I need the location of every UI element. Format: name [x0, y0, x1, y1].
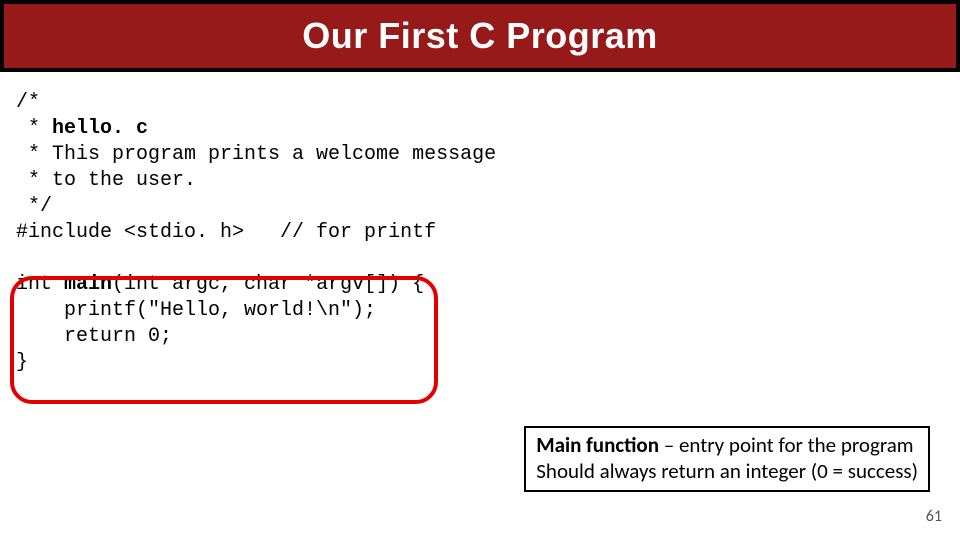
callout-line-2: Should always return an integer (0 = suc… — [536, 458, 918, 484]
callout-line-1: Main function – entry point for the prog… — [536, 432, 918, 458]
title-banner: Our First C Program — [0, 0, 960, 72]
code-line: int main(int argc, char *argv[]) { — [16, 273, 424, 296]
code-line: * This program prints a welcome message — [16, 143, 496, 166]
code-line: return 0; — [16, 325, 172, 348]
code-line: */ — [16, 195, 52, 218]
code-line: * to the user. — [16, 169, 196, 192]
page-number: 61 — [926, 507, 942, 526]
code-line: printf("Hello, world!\n"); — [16, 299, 376, 322]
code-line: } — [16, 351, 28, 374]
code-block: /* * hello. c * This program prints a we… — [16, 90, 496, 376]
slide-title: Our First C Program — [302, 15, 658, 57]
code-line: #include <stdio. h> // for printf — [16, 221, 436, 244]
code-line: /* — [16, 91, 40, 114]
callout-box: Main function – entry point for the prog… — [524, 426, 930, 492]
code-line: * hello. c — [16, 117, 148, 140]
